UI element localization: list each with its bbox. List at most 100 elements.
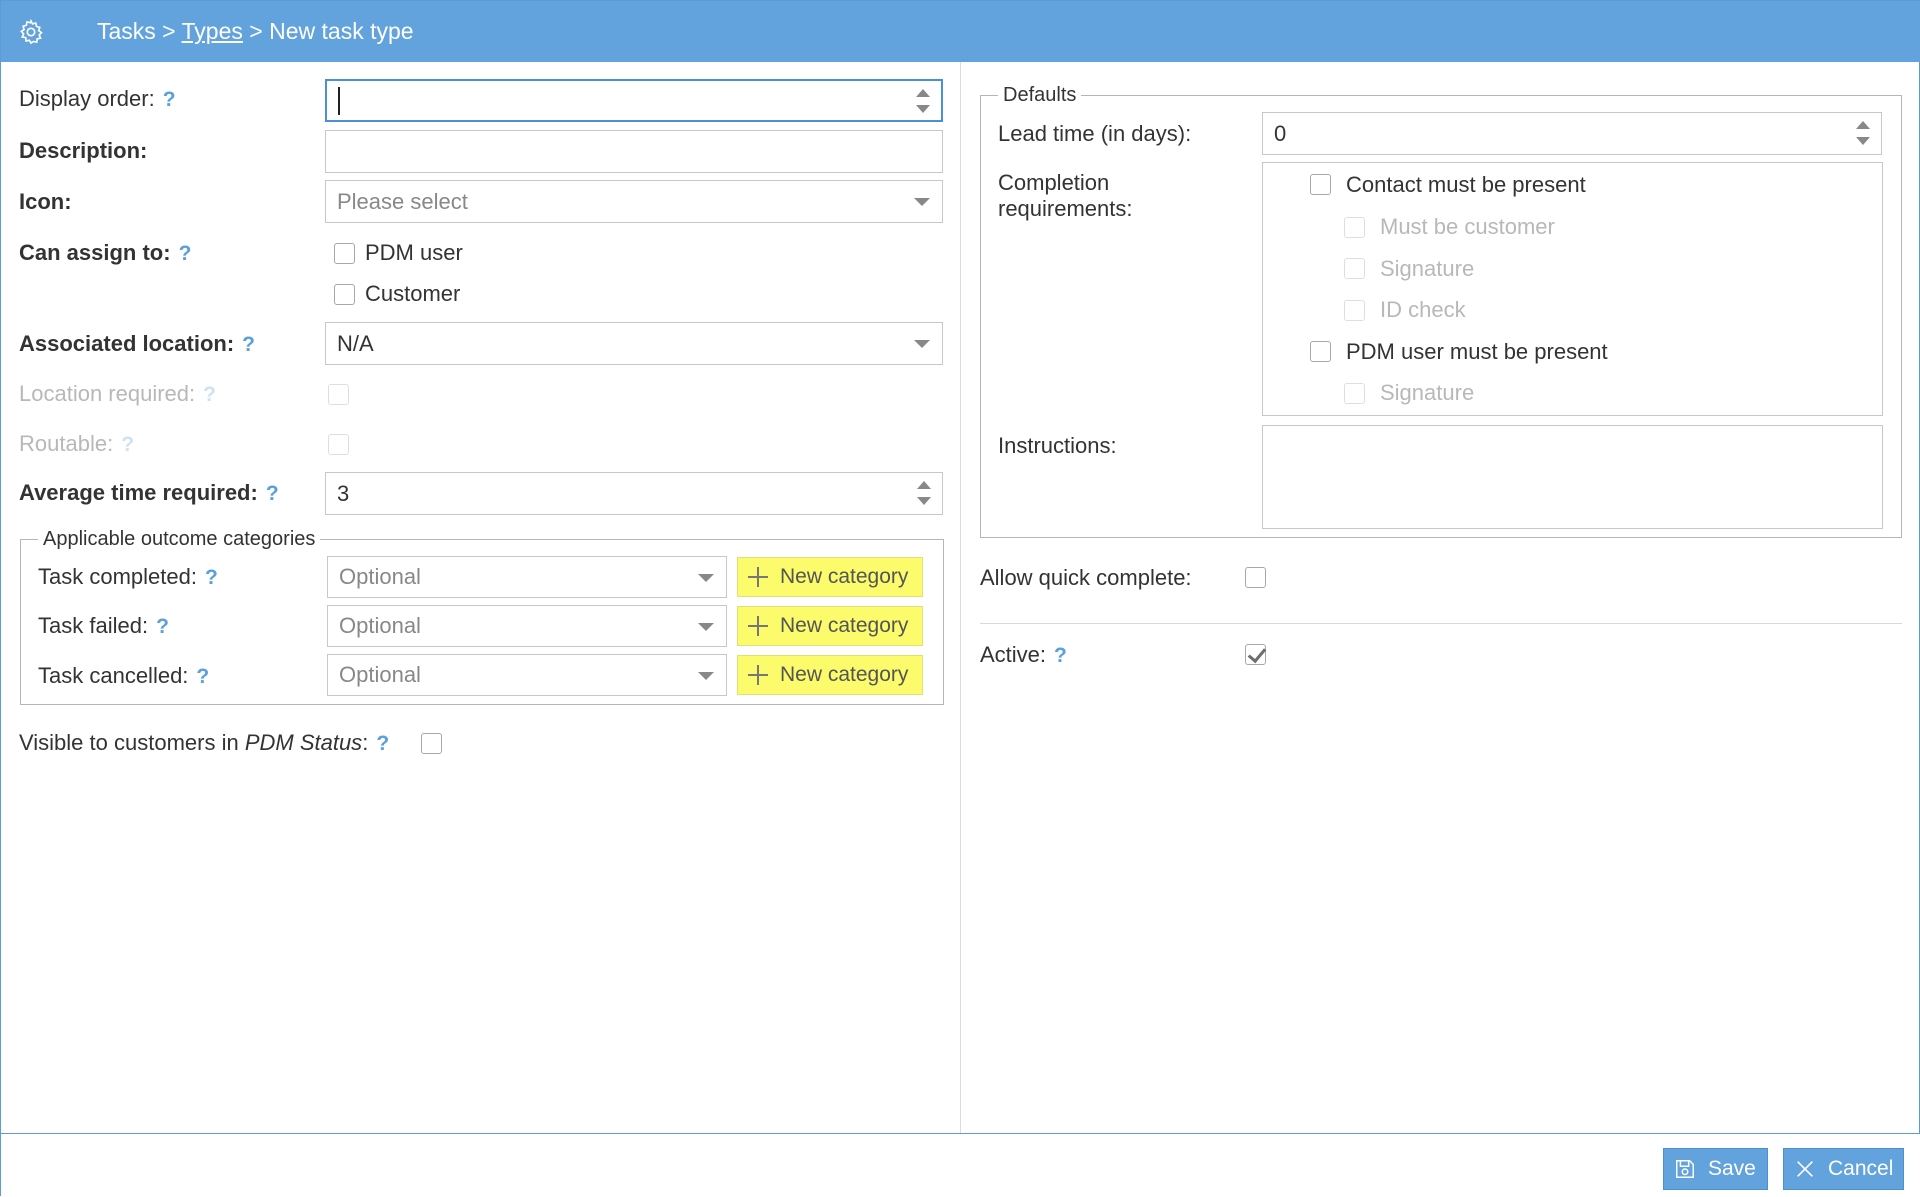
- right-panel: Defaults Lead time (in days): 0 Completi…: [962, 62, 1920, 1134]
- allow-quick-complete-label: Allow quick complete:: [980, 565, 1192, 590]
- active-label: Active:?: [980, 642, 1067, 669]
- task-completed-select[interactable]: Optional: [327, 556, 727, 598]
- can-assign-to-label: Can assign to:?: [19, 240, 191, 267]
- text-cursor: [338, 86, 340, 115]
- task-cancelled-select[interactable]: Optional: [327, 654, 727, 696]
- help-icon: ?: [203, 383, 216, 406]
- associated-location-value: N/A: [337, 330, 374, 356]
- icon-label: Icon:: [19, 189, 72, 214]
- spinner-arrows[interactable]: [915, 87, 931, 115]
- description-input[interactable]: [325, 130, 943, 173]
- active-checkbox[interactable]: [1245, 644, 1266, 665]
- spinner-arrows[interactable]: [1855, 119, 1871, 147]
- new-category-button-label: New category: [780, 614, 909, 637]
- new-category-button-label: New category: [780, 565, 909, 588]
- contact-signature-label: Signature: [1380, 256, 1475, 281]
- task-failed-label: Task failed:?: [38, 613, 169, 640]
- breadcrumb-separator: >: [242, 18, 270, 44]
- display-order-input[interactable]: [325, 79, 943, 122]
- customer-checkbox[interactable]: [334, 284, 355, 305]
- pdm-user-signature-checkbox: [1344, 383, 1365, 404]
- routable-label: Routable:?: [19, 431, 134, 458]
- breadcrumb-separator: >: [155, 18, 182, 44]
- completion-label-line2: requirements:: [998, 196, 1133, 221]
- contact-signature-checkbox: [1344, 258, 1365, 279]
- new-category-button-label: New category: [780, 663, 909, 686]
- plus-icon: [748, 567, 768, 587]
- visible-to-customers-label: Visible to customers in PDM Status:?: [19, 730, 389, 757]
- average-time-label-text: Average time required:: [19, 480, 258, 505]
- plus-icon: [748, 616, 768, 636]
- new-category-button-cancelled[interactable]: New category: [737, 655, 923, 695]
- new-category-button-completed[interactable]: New category: [737, 557, 923, 597]
- associated-location-label: Associated location:?: [19, 331, 255, 358]
- new-task-type-dialog: Tasks > Types > New task type Display or…: [0, 0, 1920, 1197]
- pdm-user-must-be-present-checkbox[interactable]: [1310, 341, 1331, 362]
- new-category-button-failed[interactable]: New category: [737, 606, 923, 646]
- help-icon[interactable]: ?: [156, 615, 169, 638]
- active-label-text: Active:: [980, 642, 1047, 667]
- chevron-down-icon: [698, 574, 714, 582]
- help-icon[interactable]: ?: [1054, 644, 1067, 667]
- icon-select[interactable]: Please select: [325, 180, 943, 223]
- chevron-down-icon: [698, 672, 714, 680]
- task-failed-select[interactable]: Optional: [327, 605, 727, 647]
- left-panel: Display order:? Description: Icon: Pleas…: [1, 62, 961, 1134]
- must-be-customer-label: Must be customer: [1380, 214, 1555, 239]
- breadcrumb-types-link[interactable]: Types: [182, 18, 243, 44]
- task-failed-label-text: Task failed:: [38, 613, 149, 638]
- associated-location-select[interactable]: N/A: [325, 322, 943, 365]
- icon-select-value: Please select: [337, 188, 468, 214]
- defaults-legend: Defaults: [1003, 84, 1077, 106]
- task-cancelled-value: Optional: [339, 662, 421, 687]
- pdm-user-signature-label: Signature: [1380, 380, 1475, 405]
- close-icon: [1794, 1158, 1816, 1180]
- instructions-textarea[interactable]: [1262, 425, 1883, 529]
- location-required-checkbox: [328, 384, 349, 405]
- visible-to-customers-checkbox[interactable]: [421, 733, 442, 754]
- completion-requirements-label: Completion requirements:: [998, 170, 1133, 222]
- title-bar: Tasks > Types > New task type: [1, 1, 1920, 62]
- routable-checkbox: [328, 434, 349, 455]
- help-icon: ?: [121, 433, 135, 456]
- lead-time-label: Lead time (in days):: [998, 121, 1192, 146]
- help-icon[interactable]: ?: [163, 88, 176, 111]
- spinner-arrows[interactable]: [916, 479, 932, 507]
- help-icon[interactable]: ?: [376, 732, 389, 755]
- help-icon[interactable]: ?: [242, 333, 255, 356]
- visible-label-prefix: Visible to customers in: [19, 730, 245, 755]
- associated-location-label-text: Associated location:: [19, 331, 235, 356]
- routable-label-text: Routable:: [19, 431, 114, 456]
- help-icon[interactable]: ?: [205, 566, 218, 589]
- task-cancelled-label-text: Task cancelled:: [38, 663, 189, 688]
- contact-must-be-present-label: Contact must be present: [1346, 172, 1586, 197]
- contact-must-be-present-checkbox[interactable]: [1310, 174, 1331, 195]
- help-icon[interactable]: ?: [179, 242, 192, 265]
- gear-icon: [17, 18, 45, 46]
- save-button[interactable]: Save: [1663, 1148, 1768, 1190]
- completion-requirements-box: [1262, 162, 1883, 416]
- breadcrumb-current: New task type: [269, 18, 414, 44]
- id-check-checkbox: [1344, 300, 1365, 321]
- description-label: Description:: [19, 138, 148, 163]
- pdm-user-checkbox[interactable]: [334, 243, 355, 264]
- lead-time-input[interactable]: 0: [1262, 112, 1882, 155]
- customer-label: Customer: [365, 281, 461, 306]
- cancel-button-label: Cancel: [1828, 1157, 1894, 1180]
- outcome-categories-legend: Applicable outcome categories: [43, 528, 316, 550]
- allow-quick-complete-checkbox[interactable]: [1245, 567, 1266, 588]
- must-be-customer-checkbox: [1344, 217, 1365, 238]
- visible-label-suffix: :: [362, 730, 369, 755]
- average-time-input[interactable]: 3: [325, 472, 943, 515]
- divider: [980, 623, 1902, 624]
- location-required-label: Location required:?: [19, 381, 216, 408]
- cancel-button[interactable]: Cancel: [1783, 1148, 1904, 1190]
- chevron-down-icon: [698, 623, 714, 631]
- save-button-label: Save: [1708, 1157, 1756, 1180]
- display-order-label-text: Display order:: [19, 86, 155, 111]
- help-icon[interactable]: ?: [266, 482, 279, 505]
- help-icon[interactable]: ?: [196, 665, 209, 688]
- task-cancelled-label: Task cancelled:?: [38, 663, 209, 690]
- instructions-label: Instructions:: [998, 433, 1117, 458]
- chevron-down-icon: [914, 340, 930, 348]
